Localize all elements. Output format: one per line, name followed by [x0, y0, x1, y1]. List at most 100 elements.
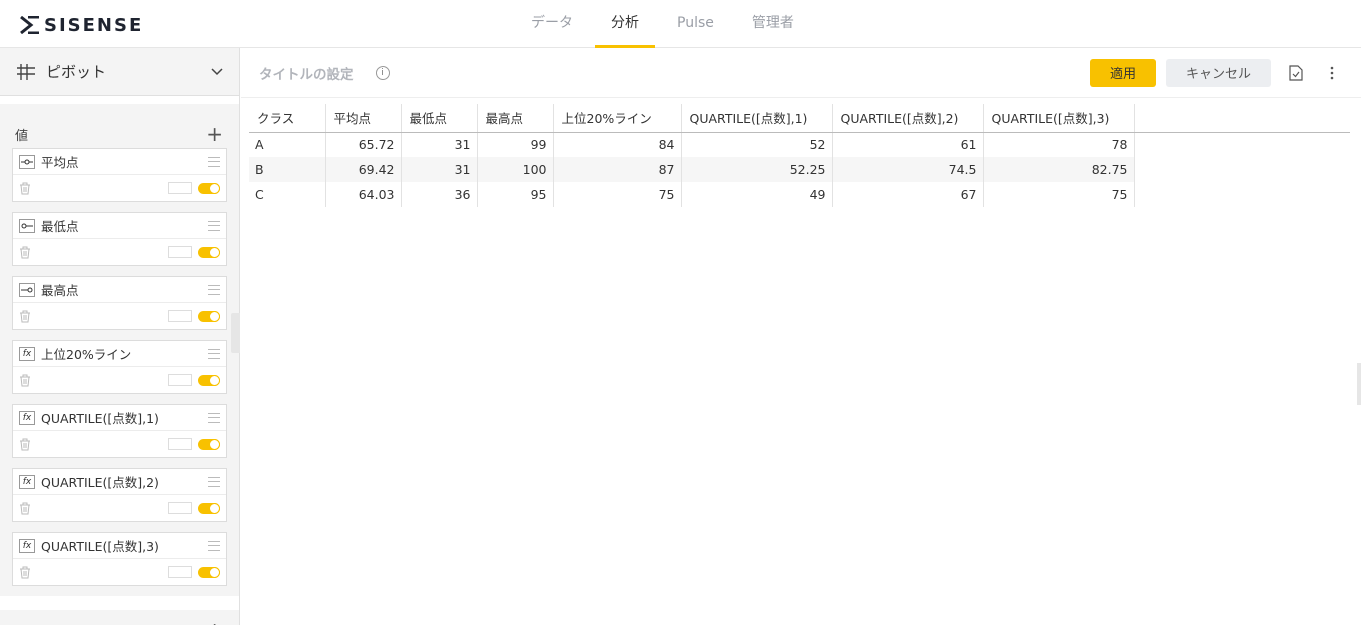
table-cell[interactable]: 49: [681, 182, 833, 207]
visibility-toggle[interactable]: [198, 182, 220, 194]
color-swatch[interactable]: [168, 374, 192, 386]
add-value-icon[interactable]: +: [206, 124, 223, 144]
drag-handle-icon[interactable]: [208, 476, 220, 487]
table-cell[interactable]: 87: [553, 157, 682, 182]
table-cell[interactable]: 67: [832, 182, 984, 207]
formula-icon: fx: [19, 474, 35, 489]
column-header[interactable]: QUARTILE([点数],1): [681, 104, 833, 133]
widget-header: タイトルの設定 i 適用 キャンセル: [241, 48, 1361, 98]
table-cell[interactable]: 52: [681, 132, 833, 157]
color-swatch[interactable]: [168, 566, 192, 578]
trash-icon[interactable]: [19, 438, 31, 451]
chevron-down-icon[interactable]: [211, 67, 223, 76]
color-swatch[interactable]: [168, 246, 192, 258]
table-cell[interactable]: 74.5: [832, 157, 984, 182]
row-header-cell[interactable]: C: [249, 182, 326, 207]
drag-handle-icon[interactable]: [208, 220, 220, 231]
table-cell[interactable]: 78: [983, 132, 1135, 157]
export-document-icon[interactable]: [1285, 62, 1307, 84]
color-swatch[interactable]: [168, 310, 192, 322]
column-header[interactable]: 最低点: [401, 104, 478, 133]
table-cell[interactable]: 31: [401, 132, 478, 157]
table-row: A 65.72 31 99 84 52 61 78: [249, 132, 1350, 157]
drag-handle-icon[interactable]: [208, 412, 220, 423]
table-cell[interactable]: 61: [832, 132, 984, 157]
drag-handle-icon[interactable]: [208, 156, 220, 167]
max-icon: [19, 282, 35, 297]
table-cell[interactable]: 95: [477, 182, 554, 207]
column-header[interactable]: 上位20%ライン: [553, 104, 682, 133]
visibility-toggle[interactable]: [198, 310, 220, 322]
table-cell[interactable]: 75: [553, 182, 682, 207]
value-item-header[interactable]: fx 上位20%ライン: [13, 341, 226, 367]
widget-type-selector[interactable]: ピボット: [0, 48, 239, 96]
value-item[interactable]: 平均点: [12, 148, 227, 202]
value-item[interactable]: fx 上位20%ライン: [12, 340, 227, 394]
table-cell[interactable]: 82.75: [983, 157, 1135, 182]
color-swatch[interactable]: [168, 438, 192, 450]
value-item-label: QUARTILE([点数],1): [41, 411, 159, 426]
value-item-header[interactable]: 平均点: [13, 149, 226, 175]
sisense-logo[interactable]: SISENSE: [20, 14, 143, 36]
column-header[interactable]: QUARTILE([点数],3): [983, 104, 1135, 133]
tab-admin[interactable]: 管理者: [736, 0, 810, 48]
trash-icon[interactable]: [19, 182, 31, 195]
trash-icon[interactable]: [19, 246, 31, 259]
tab-pulse[interactable]: Pulse: [661, 0, 730, 48]
table-cell[interactable]: 52.25: [681, 157, 833, 182]
trash-icon[interactable]: [19, 374, 31, 387]
info-icon[interactable]: i: [375, 65, 390, 80]
table-cell[interactable]: 84: [553, 132, 682, 157]
cancel-button[interactable]: キャンセル: [1166, 58, 1271, 87]
tab-data[interactable]: データ: [515, 0, 589, 48]
apply-button[interactable]: 適用: [1090, 58, 1156, 87]
value-item-header[interactable]: fx QUARTILE([点数],3): [13, 533, 226, 559]
values-section: 値 + 平均点 最低点 最高点 fx 上位20%ライン fx QUARTILE([点数],1…: [0, 104, 239, 586]
value-item-header[interactable]: 最低点: [13, 213, 226, 239]
trash-icon[interactable]: [19, 566, 31, 579]
value-item-header[interactable]: fx QUARTILE([点数],1): [13, 405, 226, 431]
table-cell[interactable]: 100: [477, 157, 554, 182]
more-options-icon[interactable]: [1321, 62, 1343, 84]
trash-icon[interactable]: [19, 310, 31, 323]
table-cell[interactable]: 65.72: [325, 132, 402, 157]
value-item[interactable]: fx QUARTILE([点数],2): [12, 468, 227, 522]
drag-handle-icon[interactable]: [208, 540, 220, 551]
color-swatch[interactable]: [168, 502, 192, 514]
value-item[interactable]: fx QUARTILE([点数],1): [12, 404, 227, 458]
visibility-toggle[interactable]: [198, 566, 220, 578]
table-cell[interactable]: 99: [477, 132, 554, 157]
values-section-title: 値: [15, 129, 29, 144]
panel-collapse-handle[interactable]: [231, 313, 240, 353]
tab-analytics[interactable]: 分析: [595, 0, 655, 48]
visibility-toggle[interactable]: [198, 246, 220, 258]
column-header[interactable]: 平均点: [325, 104, 402, 133]
row-header-cell[interactable]: A: [249, 132, 326, 157]
value-item[interactable]: 最高点: [12, 276, 227, 330]
value-item-header[interactable]: 最高点: [13, 277, 226, 303]
table-cell[interactable]: 75: [983, 182, 1135, 207]
table-cell[interactable]: 36: [401, 182, 478, 207]
widget-title-input[interactable]: タイトルの設定: [259, 63, 354, 83]
value-item[interactable]: 最低点: [12, 212, 227, 266]
section-divider: [0, 596, 239, 610]
value-item-footer: [13, 495, 226, 521]
table-cell[interactable]: 64.03: [325, 182, 402, 207]
trash-icon[interactable]: [19, 502, 31, 515]
drag-handle-icon[interactable]: [208, 284, 220, 295]
visibility-toggle[interactable]: [198, 374, 220, 386]
column-header[interactable]: クラス: [249, 104, 326, 133]
scroll-handle[interactable]: [1357, 363, 1361, 405]
row-header-cell[interactable]: B: [249, 157, 326, 182]
add-column-icon[interactable]: +: [206, 620, 223, 625]
value-item-header[interactable]: fx QUARTILE([点数],2): [13, 469, 226, 495]
drag-handle-icon[interactable]: [208, 348, 220, 359]
visibility-toggle[interactable]: [198, 502, 220, 514]
table-cell[interactable]: 31: [401, 157, 478, 182]
table-cell[interactable]: 69.42: [325, 157, 402, 182]
visibility-toggle[interactable]: [198, 438, 220, 450]
value-item[interactable]: fx QUARTILE([点数],3): [12, 532, 227, 586]
column-header[interactable]: QUARTILE([点数],2): [832, 104, 984, 133]
column-header[interactable]: 最高点: [477, 104, 554, 133]
color-swatch[interactable]: [168, 182, 192, 194]
